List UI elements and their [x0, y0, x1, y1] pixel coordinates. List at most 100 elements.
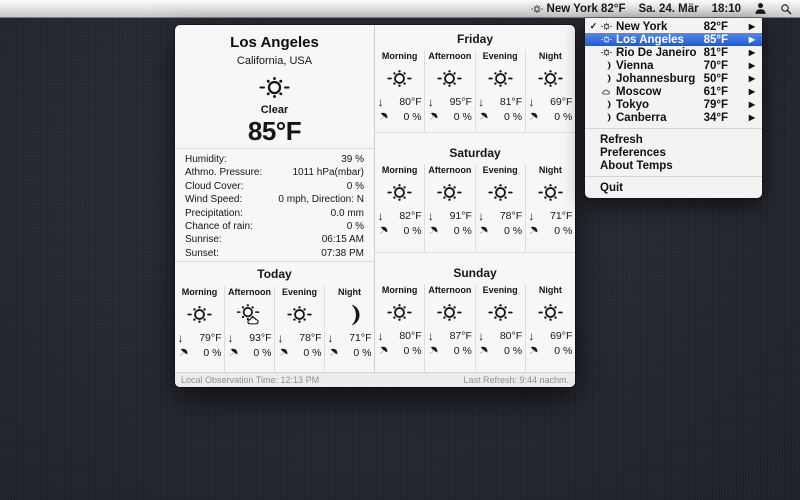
menu-item-rio-de-janeiro[interactable]: Rio De Janeiro 81°F ▶ [585, 46, 762, 59]
detail-row: Chance of rain:0 % [185, 220, 364, 233]
detail-value: 07:38 PM [321, 247, 364, 260]
temperature-value: 82°F [399, 210, 421, 222]
slot-precipitation: ☂0 % [428, 111, 472, 123]
menu-item-preferences[interactable]: Preferences [585, 146, 762, 159]
slot-temperature: ↓91°F [428, 210, 472, 222]
menu-item-new-york[interactable]: ✓ New York 82°F ▶ [585, 20, 762, 33]
menu-separator [585, 128, 762, 129]
menubar-weather-item[interactable]: New York 82°F [531, 0, 626, 17]
slot-precipitation: ☂0 % [478, 345, 522, 357]
user-icon[interactable] [754, 0, 767, 17]
submenu-arrow-icon: ▶ [728, 35, 762, 44]
detail-value: 1011 hPa(mbar) [292, 166, 364, 179]
day-title: Saturday [375, 146, 575, 160]
forecast-slot: Morning ↓80°F ☂0 % [375, 50, 425, 132]
city-temp: 82°F [704, 21, 728, 33]
detail-value: 39 % [341, 153, 364, 166]
sun-icon [599, 47, 614, 58]
temperature-value: 78°F [299, 332, 321, 344]
down-arrow-icon: ↓ [278, 333, 284, 343]
precip-value: 0 % [554, 225, 572, 237]
slot-temperature: ↓ 78°F [278, 332, 322, 344]
city-name: Tokyo [614, 99, 704, 111]
forecast-day-sunday: Sunday Morning ↓80°F ☂0 % Afternoon ↓87°… [375, 253, 575, 372]
detail-value: 06:15 AM [322, 233, 364, 246]
precip-value: 0 % [454, 225, 472, 237]
menu-item-johannesburg[interactable]: Johannesburg 50°F ▶ [585, 72, 762, 85]
menu-bar: New York 82°F Sa. 24. Mär 18:10 [0, 0, 800, 18]
temperature-value: 78°F [500, 210, 522, 222]
spotlight-search-icon[interactable] [780, 0, 792, 17]
forecast-slot: Night ↓71°F ☂0 % [325, 286, 374, 372]
temperature-value: 80°F [399, 96, 421, 108]
city-name: Moscow [614, 86, 704, 98]
down-arrow-icon: ↓ [478, 97, 484, 107]
precip-value: 0 % [404, 225, 422, 237]
menubar-clock[interactable]: 18:10 [712, 0, 741, 17]
menu-item-refresh[interactable]: Refresh [585, 133, 762, 146]
sun-cloud-icon [237, 299, 262, 330]
city-name: Johannesburg [614, 73, 704, 85]
slot-temperature: ↓69°F [528, 330, 572, 342]
menu-item-about-temps[interactable]: About Temps [585, 159, 762, 172]
detail-label: Athmo. Pressure: [185, 166, 262, 179]
umbrella-icon: ☂ [175, 346, 189, 360]
city-temp: 50°F [704, 73, 728, 85]
slot-temperature: ↓79°F [178, 332, 222, 344]
slot-label: Evening [483, 51, 518, 61]
down-arrow-icon: ↓ [328, 333, 334, 343]
desktop-background: New York 82°F Sa. 24. Mär 18:10 Los Ange… [0, 0, 800, 500]
umbrella-icon: ☂ [526, 224, 540, 238]
down-arrow-icon: ↓ [378, 211, 384, 221]
detail-row: Sunset: 07:38 PM [185, 247, 364, 260]
detail-label: Cloud Cover: [185, 180, 243, 193]
sun-icon [387, 177, 412, 208]
menu-item-canberra[interactable]: Canberra 34°F ▶ [585, 111, 762, 124]
slot-label: Evening [483, 165, 518, 175]
submenu-arrow-icon: ▶ [728, 74, 762, 83]
checkmark-icon: ✓ [588, 21, 599, 32]
slot-precipitation: ☂0 % [178, 347, 222, 359]
forecast-slot: Morning ↓79°F ☂0 % [175, 286, 225, 372]
detail-label: Sunset: [185, 247, 219, 260]
menu-item-moscow[interactable]: Moscow 61°F ▶ [585, 85, 762, 98]
sun-icon [538, 177, 563, 208]
sun-icon [437, 63, 462, 94]
city-name: Los Angeles [614, 34, 704, 46]
city-temp: 85°F [704, 34, 728, 46]
temperature-value: 69°F [550, 96, 572, 108]
precip-value: 0 % [504, 225, 522, 237]
sun-icon [488, 297, 513, 328]
sun-icon [287, 299, 312, 330]
city-dropdown-menu: ✓ New York 82°F ▶ Los Angeles 85°F ▶ Rio… [585, 18, 762, 198]
menubar-weather-label: New York 82°F [547, 3, 626, 15]
slot-precipitation: ☂0 % [378, 345, 422, 357]
menubar-date[interactable]: Sa. 24. Mär [638, 0, 698, 17]
city-temp: 70°F [704, 60, 728, 72]
temperature-value: 91°F [450, 210, 472, 222]
menu-item-los-angeles[interactable]: Los Angeles 85°F ▶ [585, 33, 762, 46]
precip-value: 0 % [554, 111, 572, 123]
city-name: New York [614, 21, 704, 33]
forecast-day-today: Today Morning ↓79°F ☂0 % Afternoon ↓93°F [175, 262, 374, 372]
umbrella-icon: ☂ [325, 346, 339, 360]
detail-row: Cloud Cover:0 % [185, 180, 364, 193]
temperature-value: 80°F [500, 330, 522, 342]
detail-row: Humidity:39 % [185, 153, 364, 166]
down-arrow-icon: ↓ [478, 331, 484, 341]
sun-icon [488, 63, 513, 94]
detail-value: 0.0 mm [331, 207, 364, 220]
precip-value: 0 % [353, 347, 371, 359]
menu-item-vienna[interactable]: Vienna 70°F ▶ [585, 59, 762, 72]
menu-item-quit[interactable]: Quit [585, 181, 762, 194]
menu-item-tokyo[interactable]: Tokyo 79°F ▶ [585, 98, 762, 111]
forecast-slot: Morning ↓82°F ☂0 % [375, 164, 425, 252]
submenu-arrow-icon: ▶ [728, 22, 762, 31]
forecast-slot: Night ↓69°F ☂0 % [526, 50, 575, 132]
slot-temperature: ↓71°F [528, 210, 572, 222]
slot-temperature: ↓ 82°F [378, 210, 422, 222]
slot-label: Morning [182, 287, 218, 297]
slot-label: Afternoon [428, 165, 471, 175]
sun-icon [488, 177, 513, 208]
sun-icon [538, 63, 563, 94]
